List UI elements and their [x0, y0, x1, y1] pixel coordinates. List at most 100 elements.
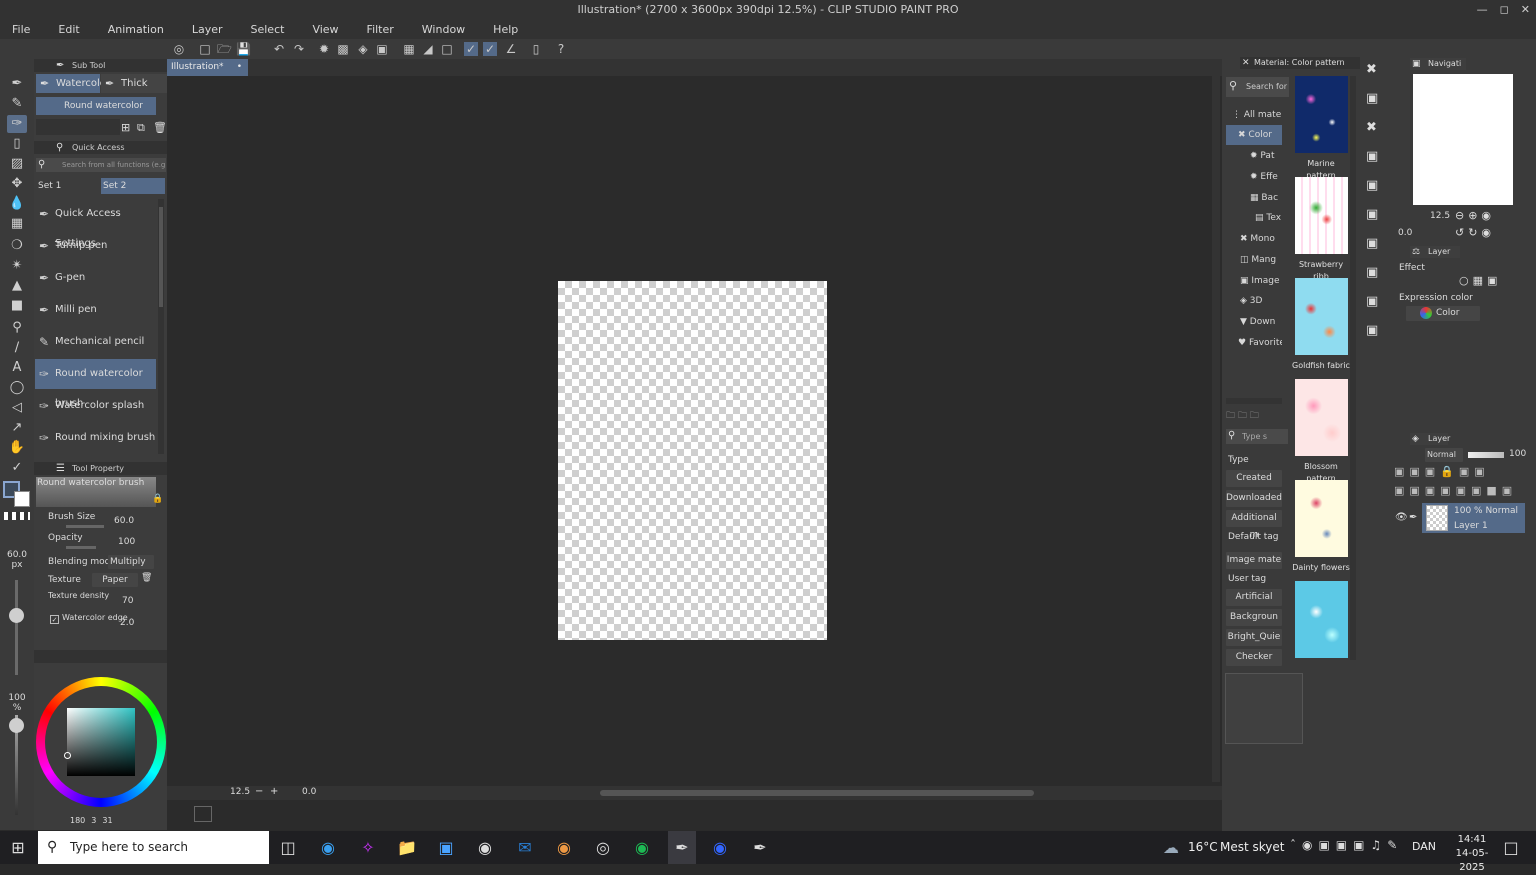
qa-item[interactable]: ✑ Round watercolor brush: [35, 359, 156, 409]
tree-item[interactable]: ✹ Effe: [1250, 167, 1282, 187]
pencil-tool-icon[interactable]: ✎: [7, 95, 27, 113]
task-view-icon[interactable]: ◫: [277, 838, 299, 858]
page-icon[interactable]: [194, 806, 212, 822]
notifications-icon[interactable]: □: [1500, 838, 1522, 858]
app-w-icon[interactable]: ◉: [709, 838, 731, 858]
panel-tab-icon[interactable]: ▣: [1366, 294, 1378, 309]
steam-icon[interactable]: ◉: [474, 838, 496, 858]
panel-tab-icon[interactable]: ✖: [1366, 120, 1377, 135]
opacity-slider-knob[interactable]: [9, 718, 24, 733]
eye-icon[interactable]: 👁: [1395, 512, 1408, 523]
gradient-tool-icon[interactable]: ■: [7, 297, 27, 315]
weather-desc[interactable]: Mest skyet: [1220, 840, 1284, 854]
pen-tool-icon[interactable]: ✒: [7, 75, 27, 93]
lasso-tool-icon[interactable]: ❍: [7, 237, 27, 255]
color-picker-cursor[interactable]: [64, 752, 71, 759]
qa-item[interactable]: ✑ Watercolor splash: [35, 391, 156, 421]
file-explorer-icon[interactable]: 📁: [396, 838, 418, 858]
correct-line-icon[interactable]: ◁: [7, 399, 27, 417]
snap-special-ruler-icon[interactable]: ✓: [464, 42, 478, 56]
tree-item[interactable]: ◈ 3D: [1240, 291, 1282, 311]
hand-tool-icon[interactable]: ✋: [7, 439, 27, 457]
subtool-selected-brush[interactable]: Round watercolor brush: [36, 97, 156, 129]
menu-select[interactable]: Select: [245, 23, 285, 36]
show-area-icon[interactable]: □: [440, 42, 454, 56]
copilot-icon[interactable]: ✧: [357, 838, 379, 858]
panel-tab-icon[interactable]: ▣: [1366, 236, 1378, 251]
filter-created[interactable]: Created mat: [1226, 470, 1282, 500]
tag-bright-quiet[interactable]: Bright_Quie: [1226, 629, 1282, 646]
layer-blend-mode-select[interactable]: Normal: [1425, 448, 1463, 462]
menu-filter[interactable]: Filter: [361, 23, 394, 36]
vertical-scrollbar[interactable]: [1212, 76, 1220, 782]
tag-artificial[interactable]: Artificial: [1226, 589, 1282, 606]
new-file-icon[interactable]: □: [198, 42, 212, 56]
filter-additional[interactable]: Additional m: [1226, 510, 1282, 540]
material-thumbnail[interactable]: [1295, 581, 1348, 658]
tree-item[interactable]: ▦ Bac: [1250, 188, 1282, 208]
qa-item[interactable]: ✒ Milli pen: [35, 295, 156, 325]
tree-item[interactable]: ✖ Color: [1226, 125, 1282, 145]
menu-view[interactable]: View: [306, 23, 338, 36]
tab-close-icon[interactable]: •: [237, 59, 242, 76]
horizontal-scrollbar[interactable]: [600, 790, 1034, 796]
material-thumbnail[interactable]: [1295, 76, 1348, 153]
color-panel-tabs[interactable]: [34, 650, 167, 663]
menu-edit[interactable]: Edit: [52, 23, 79, 36]
panel-tab-icon[interactable]: ▣: [1366, 323, 1378, 338]
clear-icon[interactable]: ▩: [336, 42, 350, 56]
transparent-color-icon[interactable]: [4, 512, 30, 520]
qa-item[interactable]: ✑ Round mixing brush: [35, 423, 156, 453]
saturation-value-square[interactable]: [67, 708, 135, 776]
line-tool-icon[interactable]: ∕: [7, 339, 27, 357]
qa-item[interactable]: ✒ Quick Access Settings: [35, 199, 156, 249]
edge-icon[interactable]: ◉: [317, 838, 339, 858]
taskbar-search[interactable]: Type here to search: [38, 831, 269, 864]
navigator-angle-field[interactable]: 0.0: [1398, 228, 1412, 238]
tree-scrollbar[interactable]: [1226, 398, 1282, 404]
tree-item[interactable]: ◫ Mang: [1240, 250, 1282, 270]
material-close-icon[interactable]: ✕: [1242, 57, 1250, 69]
tree-item[interactable]: ⋮ All mate: [1232, 105, 1288, 125]
undo-icon[interactable]: ↶: [272, 42, 286, 56]
spotify-icon[interactable]: ◉: [631, 838, 653, 858]
app-pen-icon[interactable]: ✒: [749, 838, 771, 858]
clip-studio-icon[interactable]: ◎: [172, 42, 186, 56]
chrome-icon[interactable]: ◉: [553, 838, 575, 858]
brush-size-bar[interactable]: [66, 525, 104, 528]
subtool-delete-icon[interactable]: 🗑: [153, 121, 167, 134]
move-tool-icon[interactable]: ✥: [7, 175, 27, 193]
texture-density-field[interactable]: 70: [122, 596, 133, 606]
tree-toolbar[interactable]: 🗀 🗀 🗀: [1226, 408, 1282, 421]
navigator-zoom-buttons[interactable]: ⊖⊕◉: [1455, 209, 1495, 222]
watercolor-edge-checkbox[interactable]: ✓: [50, 615, 59, 624]
zoom-field[interactable]: 12.5: [230, 787, 250, 797]
fill-icon[interactable]: ◈: [356, 42, 370, 56]
outlook-icon[interactable]: ✉: [514, 838, 536, 858]
filter-image-material[interactable]: Image mate: [1226, 552, 1282, 569]
menu-file[interactable]: File: [6, 23, 30, 36]
menu-layer[interactable]: Layer: [186, 23, 223, 36]
panel-tab-icon[interactable]: ▣: [1366, 149, 1378, 164]
qa-item[interactable]: ✒ G-pen: [35, 263, 156, 293]
tab-set-2[interactable]: Set 2: [101, 178, 165, 194]
fill-tool-icon[interactable]: ▲: [7, 277, 27, 295]
lock-icon[interactable]: 🔒: [152, 494, 163, 504]
tree-item[interactable]: ✖ Mono: [1240, 229, 1282, 249]
menu-window[interactable]: Window: [416, 23, 465, 36]
material-thumbnail[interactable]: [1295, 278, 1348, 355]
layer-opacity-field[interactable]: 100: [1509, 449, 1526, 459]
angle-field[interactable]: 0.0: [302, 787, 316, 797]
opacity-bar[interactable]: [66, 546, 96, 549]
thumbnail-scrollbar[interactable]: [1350, 76, 1356, 660]
loading-icon[interactable]: ✹: [317, 42, 331, 56]
tree-item[interactable]: ▣ Image: [1240, 271, 1282, 291]
maximize-icon[interactable]: ◻: [1500, 3, 1509, 16]
help-icon[interactable]: ?: [554, 42, 568, 56]
redo-icon[interactable]: ↷: [292, 42, 306, 56]
quick-access-scroll-thumb[interactable]: [159, 207, 163, 307]
tab-set-1[interactable]: Set 1: [36, 178, 100, 194]
windows-start-icon[interactable]: ⊞: [7, 838, 29, 858]
qa-item[interactable]: ✒ Turnip pen: [35, 231, 156, 261]
minimize-icon[interactable]: —: [1477, 3, 1488, 16]
